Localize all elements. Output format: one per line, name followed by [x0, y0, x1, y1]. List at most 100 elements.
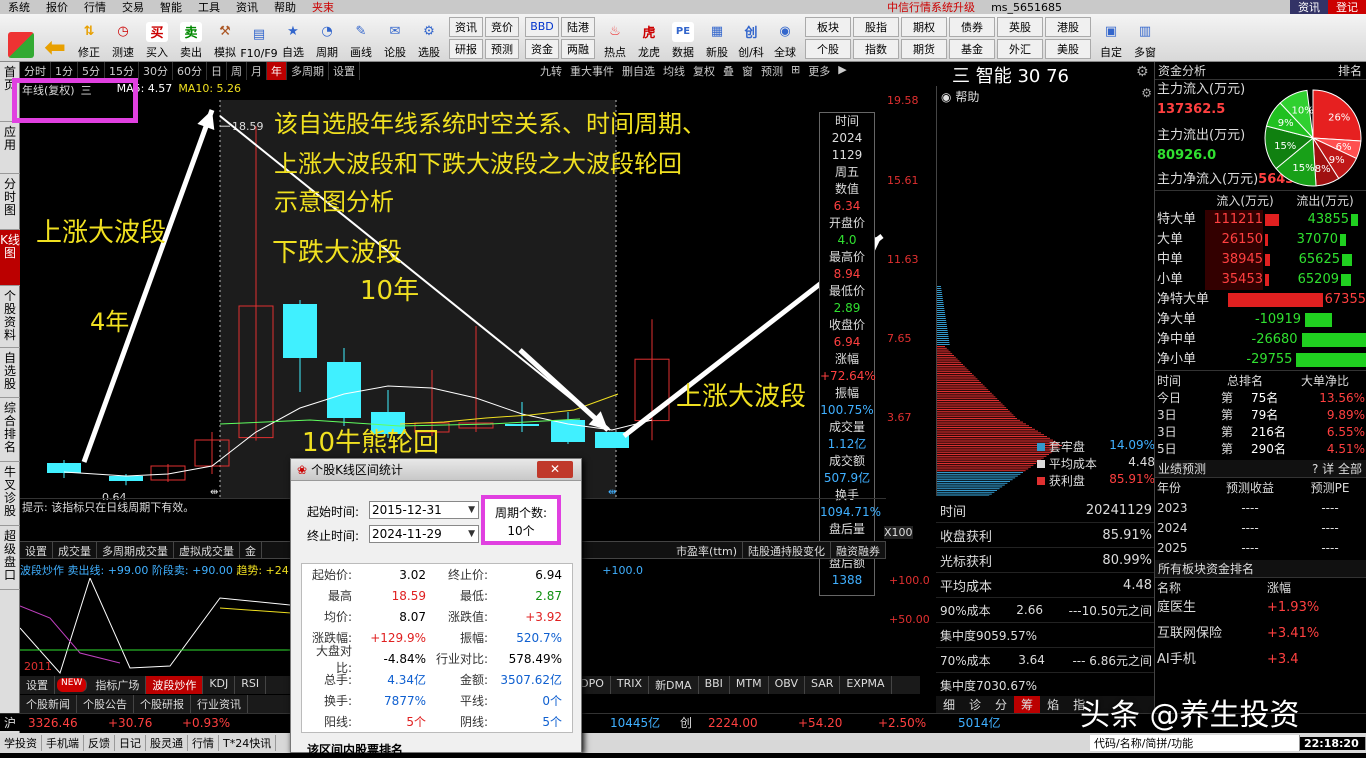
- menu-item[interactable]: 夹束: [304, 0, 342, 14]
- toolbar-button[interactable]: ▦ 新股: [700, 16, 734, 60]
- menu-item[interactable]: 资讯: [228, 0, 266, 14]
- tab-period[interactable]: 60分: [173, 62, 207, 80]
- menu-item[interactable]: 工具: [190, 0, 228, 14]
- chart-tool[interactable]: 均线: [659, 62, 689, 80]
- chart-tool[interactable]: 窗: [738, 62, 757, 80]
- menu-item[interactable]: 帮助: [266, 0, 304, 14]
- bottom-tab[interactable]: TRIX: [611, 676, 650, 694]
- toolbar-button[interactable]: 卖卖出: [174, 16, 208, 60]
- grid-button[interactable]: 资金: [525, 38, 559, 59]
- toolbar-button[interactable]: ★ 自选: [276, 16, 310, 60]
- left-tab-timeshare[interactable]: 分时图: [0, 174, 20, 230]
- toolbar-button[interactable]: ▥ 多窗: [1128, 16, 1162, 60]
- grid-button[interactable]: 美股: [1045, 38, 1091, 59]
- search-hint[interactable]: 代码/名称/简拼/功能: [1090, 735, 1300, 751]
- bottom-tab[interactable]: BBI: [699, 676, 730, 694]
- chart-tool[interactable]: 预测: [757, 62, 787, 80]
- left-tab-kline[interactable]: K线图: [0, 230, 20, 286]
- grid-button[interactable]: 研报: [449, 38, 483, 59]
- grid-button[interactable]: 板块: [805, 16, 851, 37]
- news-tab[interactable]: 个股新闻: [20, 695, 77, 713]
- tab-settings[interactable]: 设置: [329, 62, 360, 80]
- start-date-select[interactable]: 2015-12-31: [369, 501, 479, 519]
- grid-button[interactable]: 陆港: [561, 16, 595, 37]
- menu-item[interactable]: 交易: [114, 0, 152, 14]
- kline-chart[interactable]: 18.590.64 ⇹ ⇹: [20, 80, 886, 500]
- chip-tab[interactable]: 焰: [1040, 696, 1066, 713]
- news-tab[interactable]: 个股研报: [134, 695, 191, 713]
- toolbar-button[interactable]: ⚒ 模拟: [208, 16, 242, 60]
- toolbar-button[interactable]: ◷ 测速: [106, 16, 140, 60]
- grid-button[interactable]: 指数: [853, 38, 899, 59]
- grid-button[interactable]: 期权: [901, 16, 947, 37]
- grid-button[interactable]: 预测: [485, 38, 519, 59]
- grid-button[interactable]: 外汇: [997, 38, 1043, 59]
- gear-icon[interactable]: ⚙: [1136, 64, 1149, 80]
- chart-tool[interactable]: ⊞: [787, 62, 804, 80]
- indicator-tab[interactable]: 金: [240, 542, 262, 558]
- indicator-tab[interactable]: 多周期成交量: [97, 542, 174, 558]
- grid-button[interactable]: 期货: [901, 38, 947, 59]
- tab-period[interactable]: 30分: [139, 62, 173, 80]
- toolbar-button[interactable]: ▣ 自定: [1094, 16, 1128, 60]
- chart-tool[interactable]: 复权: [689, 62, 719, 80]
- toolbar-button[interactable]: ✉ 论股: [378, 16, 412, 60]
- toolbar-button[interactable]: ◔ 周期: [310, 16, 344, 60]
- menu-item[interactable]: 系统: [0, 0, 38, 14]
- toolbar-button[interactable]: ♨ 热点: [598, 16, 632, 60]
- status-item[interactable]: 学投资: [0, 735, 42, 751]
- forecast-more[interactable]: ? 详 全部: [1312, 460, 1366, 477]
- bottom-tab[interactable]: RSI: [235, 676, 267, 694]
- toolbar-button[interactable]: ▤ F10/F9: [240, 16, 277, 60]
- status-item[interactable]: 手机端: [42, 735, 84, 751]
- news-tab[interactable]: 行业资讯: [191, 695, 248, 713]
- bottom-tab-active[interactable]: 波段炒作: [146, 676, 204, 694]
- tab-period[interactable]: 周: [227, 62, 247, 80]
- left-tab-level2[interactable]: 超级盘口: [0, 526, 20, 590]
- status-item[interactable]: 日记: [115, 735, 146, 751]
- help-label[interactable]: ◉ 帮助: [941, 88, 979, 105]
- left-tab-diagnosis[interactable]: 牛叉诊股: [0, 462, 20, 526]
- grid-button[interactable]: 资讯: [449, 16, 483, 37]
- gear-icon[interactable]: ⚙: [1141, 86, 1152, 100]
- grid-button[interactable]: 英股: [997, 16, 1043, 37]
- chip-tab[interactable]: 分: [988, 696, 1014, 713]
- grid-button[interactable]: 个股: [805, 38, 851, 59]
- indicator-tab[interactable]: 设置: [20, 542, 53, 558]
- indicator-tab[interactable]: 融资融券: [831, 542, 886, 558]
- grid-button[interactable]: BBD: [525, 16, 559, 37]
- status-item[interactable]: 行情: [188, 735, 219, 751]
- grid-button[interactable]: 两融: [561, 38, 595, 59]
- chart-tool[interactable]: 更多: [804, 62, 834, 80]
- left-tab-profile[interactable]: 个股资料: [0, 286, 20, 348]
- bottom-tab[interactable]: EXPMA: [840, 676, 892, 694]
- left-tab-watchlist[interactable]: 自选股: [0, 348, 20, 398]
- bottom-tab[interactable]: 指标广场: [89, 676, 147, 694]
- left-tab-apps[interactable]: 应用: [0, 122, 20, 174]
- tab-period-active[interactable]: 年: [267, 62, 287, 80]
- chart-tool[interactable]: 叠: [719, 62, 738, 80]
- status-item[interactable]: 反馈: [84, 735, 115, 751]
- tab-period[interactable]: 日: [207, 62, 227, 80]
- grid-button[interactable]: 基金: [949, 38, 995, 59]
- toolbar-button[interactable]: ✎ 画线: [344, 16, 378, 60]
- indicator-tab[interactable]: 市盈率(ttm): [671, 542, 743, 558]
- toolbar-button[interactable]: ⚙ 选股: [412, 16, 446, 60]
- news-tab[interactable]: 个股公告: [77, 695, 134, 713]
- grid-button[interactable]: 股指: [853, 16, 899, 37]
- left-tab-ranking[interactable]: 综合排名: [0, 398, 20, 462]
- sector-row[interactable]: AI手机 +3.4: [1155, 650, 1366, 676]
- toolbar-button[interactable]: PE 数据: [666, 16, 700, 60]
- status-item[interactable]: 股灵通: [146, 735, 188, 751]
- home-button[interactable]: [4, 16, 38, 60]
- toolbar-button[interactable]: ⇅ 修正: [72, 16, 106, 60]
- back-button[interactable]: ⬅: [38, 16, 72, 63]
- chart-tool[interactable]: 删自选: [618, 62, 659, 80]
- toolbar-button[interactable]: 买买入: [140, 16, 174, 60]
- menu-item[interactable]: 登记: [1328, 0, 1366, 14]
- chip-tab[interactable]: 筹: [1014, 696, 1041, 713]
- indicator-tab[interactable]: 陆股通持股变化: [743, 542, 831, 558]
- chip-tab[interactable]: 诊: [962, 696, 988, 713]
- bottom-tab[interactable]: OBV: [769, 676, 806, 694]
- bottom-tab[interactable]: KDJ: [203, 676, 236, 694]
